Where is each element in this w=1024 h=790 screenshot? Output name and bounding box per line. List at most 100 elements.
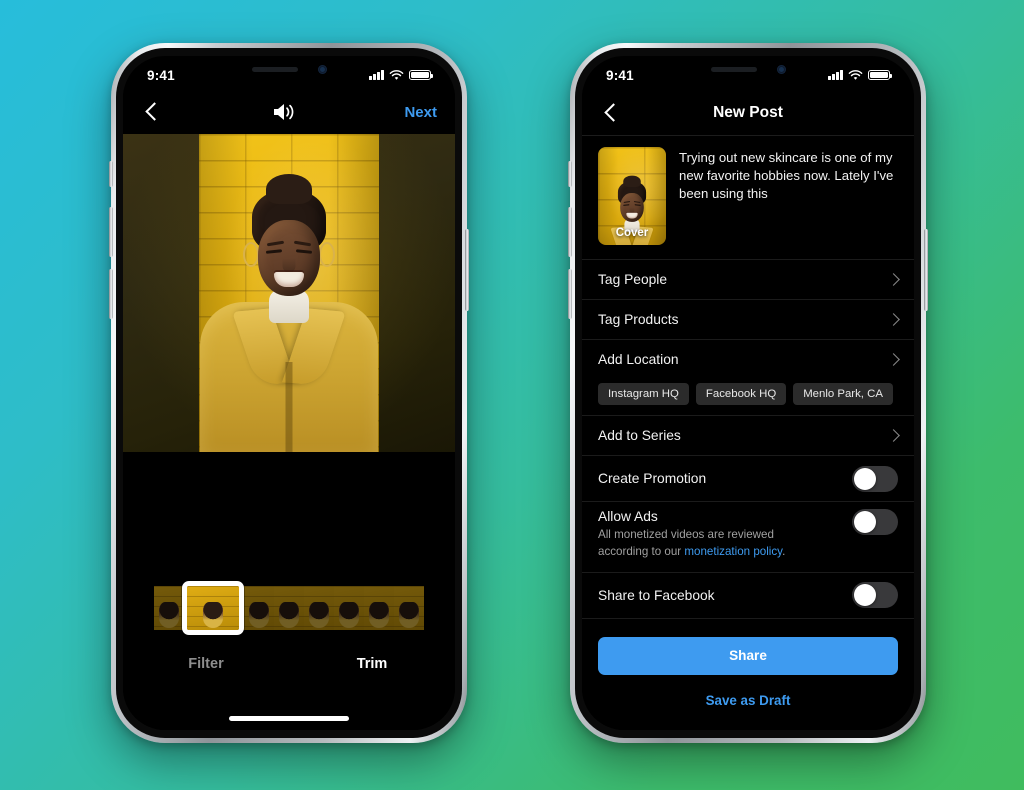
trim-handle-left[interactable] bbox=[183, 600, 186, 616]
save-as-draft-button[interactable]: Save as Draft bbox=[598, 675, 898, 708]
back-button[interactable] bbox=[141, 101, 163, 123]
cover-thumbnail[interactable]: Cover bbox=[598, 147, 666, 245]
editor-nav-bar: Next bbox=[123, 90, 455, 134]
note-line-2-prefix: according to our bbox=[598, 544, 685, 558]
status-icons bbox=[369, 66, 433, 81]
phone-right-new-post: 9:41 New Post Cover Trying out new skinc… bbox=[568, 43, 928, 743]
speaker-volume-icon[interactable] bbox=[271, 101, 297, 123]
share-button[interactable]: Share bbox=[598, 636, 898, 675]
phone-bezel: 9:41 New Post Cover Trying out new skinc… bbox=[575, 48, 921, 738]
row-label: Share to Facebook bbox=[598, 587, 715, 603]
phone-left-video-editor: 9:41 Next Filter Trim bbox=[109, 43, 469, 743]
hoop-earring-right bbox=[319, 242, 335, 267]
phone-screen-left: 9:41 Next Filter Trim bbox=[123, 56, 455, 730]
row-add-location[interactable]: Add Location bbox=[582, 339, 914, 379]
trim-frame[interactable] bbox=[394, 586, 424, 630]
person-portrait bbox=[610, 160, 654, 245]
chevron-right-icon bbox=[887, 353, 900, 366]
row-allow-ads: Allow Ads All monetized videos are revie… bbox=[582, 501, 914, 572]
actions-area: Share Save as Draft bbox=[582, 617, 914, 710]
front-camera-icon bbox=[776, 64, 786, 74]
note-line-2-suffix: . bbox=[782, 544, 786, 558]
volume-down-button[interactable] bbox=[568, 269, 572, 319]
jacket-placket bbox=[285, 362, 293, 452]
battery-icon bbox=[409, 69, 433, 81]
status-time: 9:41 bbox=[606, 67, 634, 83]
nose bbox=[282, 258, 296, 273]
caption-input[interactable]: Trying out new skincare is one of my new… bbox=[679, 147, 898, 245]
row-label: Add Location bbox=[598, 352, 679, 367]
mute-switch[interactable] bbox=[568, 161, 572, 187]
row-share-to-facebook: Share to Facebook bbox=[582, 571, 914, 618]
trim-filmstrip[interactable] bbox=[154, 581, 424, 635]
location-chip[interactable]: Facebook HQ bbox=[695, 383, 787, 405]
trim-handle-right[interactable] bbox=[240, 600, 243, 616]
volume-up-button[interactable] bbox=[568, 207, 572, 257]
back-button[interactable] bbox=[600, 102, 622, 124]
row-tag-products[interactable]: Tag Products bbox=[582, 299, 914, 339]
monetization-policy-link[interactable]: monetization policy bbox=[684, 545, 782, 558]
volume-up-button[interactable] bbox=[109, 207, 113, 257]
next-button[interactable]: Next bbox=[404, 104, 437, 121]
trim-frame[interactable] bbox=[274, 586, 304, 630]
smiling-mouth bbox=[274, 272, 304, 287]
cover-label: Cover bbox=[615, 227, 649, 239]
trim-frame[interactable] bbox=[304, 586, 334, 630]
create-promotion-toggle[interactable] bbox=[852, 465, 898, 492]
status-icons bbox=[828, 66, 892, 81]
home-indicator[interactable] bbox=[229, 716, 349, 721]
earpiece-speaker-icon bbox=[710, 66, 757, 72]
chevron-right-icon bbox=[887, 273, 900, 286]
row-create-promotion: Create Promotion bbox=[582, 455, 914, 501]
front-camera-icon bbox=[317, 64, 327, 74]
eyebrow-left bbox=[266, 240, 285, 247]
video-preview-area[interactable]: Filter Trim bbox=[123, 134, 455, 730]
hoop-earring-left bbox=[243, 242, 259, 267]
location-suggestion-chips: Instagram HQ Facebook HQ Menlo Park, CA bbox=[582, 379, 914, 415]
eye-right bbox=[295, 249, 313, 255]
row-tag-people[interactable]: Tag People bbox=[582, 259, 914, 299]
power-button[interactable] bbox=[465, 229, 469, 311]
person-portrait bbox=[199, 134, 379, 452]
trim-frame[interactable] bbox=[244, 586, 274, 630]
allow-ads-text: Allow Ads All monetized videos are revie… bbox=[598, 509, 795, 561]
power-button[interactable] bbox=[924, 229, 928, 311]
location-chip[interactable]: Instagram HQ bbox=[598, 383, 689, 405]
editor-tab-bar: Filter Trim bbox=[123, 644, 455, 684]
wifi-icon bbox=[389, 69, 404, 80]
row-add-to-series[interactable]: Add to Series bbox=[582, 415, 914, 455]
tab-trim[interactable]: Trim bbox=[289, 656, 455, 672]
allow-ads-toggle[interactable] bbox=[852, 509, 898, 535]
tab-filter[interactable]: Filter bbox=[123, 656, 289, 672]
note-line-1: All monetized videos are reviewed bbox=[598, 528, 774, 541]
volume-down-button[interactable] bbox=[109, 269, 113, 319]
row-label: Create Promotion bbox=[598, 471, 707, 486]
status-time: 9:41 bbox=[147, 67, 175, 83]
new-post-nav-bar: New Post bbox=[582, 90, 914, 136]
chevron-right-icon bbox=[887, 429, 900, 442]
earpiece-speaker-icon bbox=[251, 66, 298, 72]
trim-selection-window[interactable] bbox=[182, 581, 244, 635]
composer-row: Cover Trying out new skincare is one of … bbox=[582, 136, 914, 259]
row-label: Tag People bbox=[598, 272, 668, 287]
phone-bezel: 9:41 Next Filter Trim bbox=[116, 48, 462, 738]
trim-frame[interactable] bbox=[154, 586, 184, 630]
mute-switch[interactable] bbox=[109, 161, 113, 187]
trim-frame[interactable] bbox=[334, 586, 364, 630]
location-chip[interactable]: Menlo Park, CA bbox=[793, 383, 893, 405]
trim-frame[interactable] bbox=[364, 586, 394, 630]
video-frame-preview bbox=[199, 134, 379, 452]
yellow-jacket bbox=[200, 302, 378, 452]
wifi-icon bbox=[848, 69, 863, 80]
phone-screen-right: 9:41 New Post Cover Trying out new skinc… bbox=[582, 56, 914, 730]
share-to-facebook-toggle[interactable] bbox=[852, 582, 898, 609]
page-title: New Post bbox=[713, 103, 783, 121]
face bbox=[258, 220, 320, 296]
selected-frame-thumb bbox=[187, 586, 239, 630]
row-label: Add to Series bbox=[598, 428, 681, 443]
new-post-body: Cover Trying out new skincare is one of … bbox=[582, 136, 914, 730]
notch bbox=[205, 56, 373, 82]
chevron-right-icon bbox=[887, 313, 900, 326]
eye-left bbox=[265, 249, 283, 255]
allow-ads-note: All monetized videos are reviewed accord… bbox=[598, 527, 785, 561]
